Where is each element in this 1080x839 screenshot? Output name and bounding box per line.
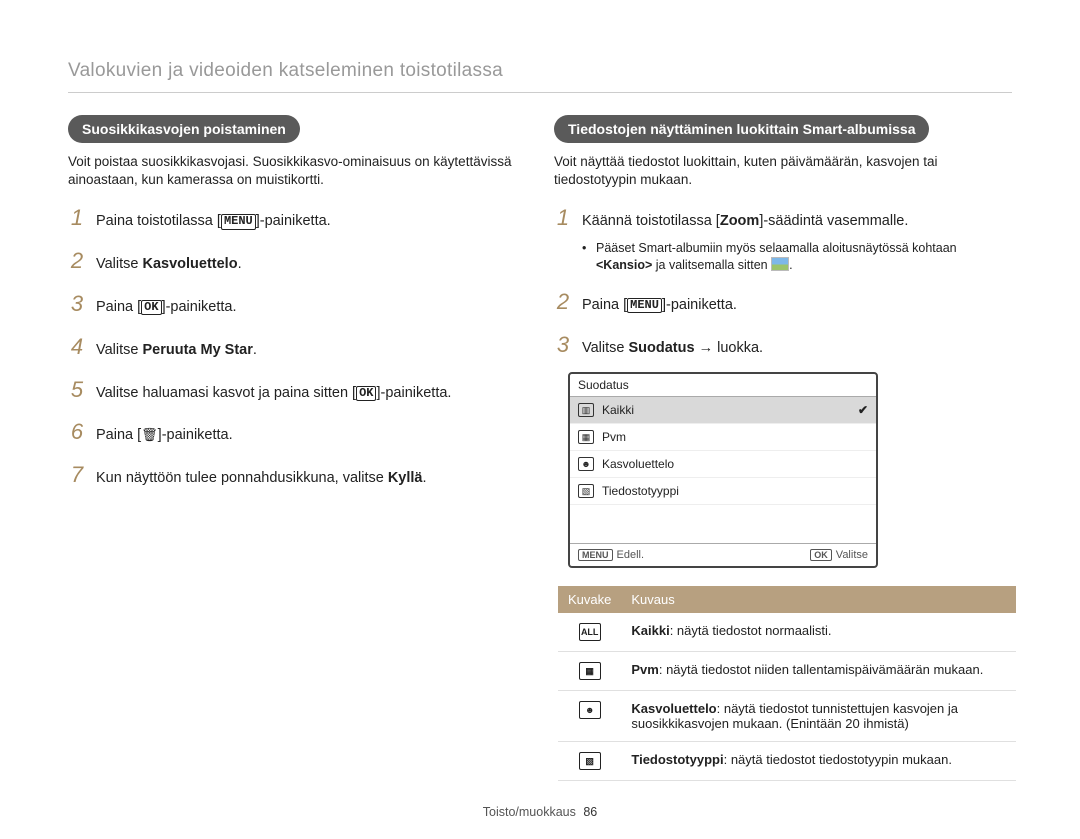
step-number: 1 xyxy=(554,203,572,234)
screen-item-tiedosto: ▧ Tiedostotyyppi xyxy=(570,478,876,505)
step-number: 4 xyxy=(68,332,86,363)
left-steps: 1 Paina toistotilassa [MENU]-painiketta.… xyxy=(68,203,526,491)
right-intro: Voit näyttää tiedostot luokittain, kuten… xyxy=(554,153,1012,189)
step-body: Valitse Suodatus → luokka. xyxy=(582,338,1012,358)
menu-icon: MENU xyxy=(578,549,613,561)
step-number: 7 xyxy=(68,460,86,491)
table-desc: Kaikki: näytä tiedostot normaalisti. xyxy=(621,613,1016,652)
page: Valokuvien ja videoiden katseleminen toi… xyxy=(0,0,1080,839)
screen-item-pvm: ▦ Pvm xyxy=(570,424,876,451)
left-intro: Voit poistaa suosikkikasvojasi. Suosikki… xyxy=(68,153,526,189)
left-step-7: 7 Kun näyttöön tulee ponnahdusikkuna, va… xyxy=(68,460,526,491)
left-step-6: 6 Paina []-painiketta. xyxy=(68,417,526,448)
screen-item-kasvo: ☻ Kasvoluettelo xyxy=(570,451,876,478)
step-number: 2 xyxy=(68,246,86,277)
step-number: 6 xyxy=(68,417,86,448)
camera-screen: Suodatus ▥ Kaikki ✔ ▦ Pvm ☻ Kasvoluettel… xyxy=(568,372,1012,568)
sub-bullet-item: Pääset Smart-albumiin myös selaamalla al… xyxy=(582,240,1012,275)
step-body: Paina toistotilassa [MENU]-painiketta. xyxy=(96,211,526,231)
step-body: Valitse Peruuta My Star. xyxy=(96,340,526,360)
screen-footer: MENUEdell. OKValitse xyxy=(570,543,876,566)
table-desc: Pvm: näytä tiedostot niiden tallentamisp… xyxy=(621,652,1016,691)
ok-icon: OK xyxy=(356,386,376,401)
right-section-heading: Tiedostojen näyttäminen luokittain Smart… xyxy=(554,115,929,143)
right-column: Tiedostojen näyttäminen luokittain Smart… xyxy=(554,115,1012,781)
left-step-2: 2 Valitse Kasvoluettelo. xyxy=(68,246,526,277)
ok-icon: OK xyxy=(141,300,161,315)
left-step-1: 1 Paina toistotilassa [MENU]-painiketta. xyxy=(68,203,526,234)
col-header-desc: Kuvaus xyxy=(621,586,1016,613)
left-step-3: 3 Paina [OK]-painiketta. xyxy=(68,289,526,320)
left-section-heading: Suosikkikasvojen poistaminen xyxy=(68,115,300,143)
face-icon: ☻ xyxy=(578,457,594,471)
two-column-layout: Suosikkikasvojen poistaminen Voit poista… xyxy=(68,115,1012,781)
right-step-1: 1 Käännä toistotilassa [Zoom]-säädintä v… xyxy=(554,203,1012,274)
col-header-icon: Kuvake xyxy=(558,586,621,613)
right-steps: 1 Käännä toistotilassa [Zoom]-säädintä v… xyxy=(554,203,1012,360)
table-row: ☻ Kasvoluettelo: näytä tiedostot tunnist… xyxy=(558,691,1016,742)
all-icon: ▥ xyxy=(578,403,594,417)
step-body: Paina [MENU]-painiketta. xyxy=(582,295,1012,315)
right-step-3: 3 Valitse Suodatus → luokka. xyxy=(554,330,1012,361)
step-body: Paina [OK]-painiketta. xyxy=(96,297,526,317)
table-desc: Kasvoluettelo: näytä tiedostot tunnistet… xyxy=(621,691,1016,742)
table-row: ▦ Pvm: näytä tiedostot niiden tallentami… xyxy=(558,652,1016,691)
step-body: Valitse haluamasi kasvot ja paina sitten… xyxy=(96,383,526,403)
ok-icon: OK xyxy=(810,549,832,561)
trash-icon xyxy=(141,427,158,443)
step-body: Käännä toistotilassa [Zoom]-säädintä vas… xyxy=(582,211,1012,274)
step-number: 2 xyxy=(554,287,572,318)
step-number: 5 xyxy=(68,375,86,406)
title-divider xyxy=(68,92,1012,93)
step-body: Kun näyttöön tulee ponnahdusikkuna, vali… xyxy=(96,468,526,488)
page-title: Valokuvien ja videoiden katseleminen toi… xyxy=(68,60,1012,82)
screen-item-label: Pvm xyxy=(602,430,626,444)
step-number: 3 xyxy=(554,330,572,361)
check-icon: ✔ xyxy=(858,403,868,417)
step-body: Paina []-painiketta. xyxy=(96,425,526,445)
left-step-5: 5 Valitse haluamasi kasvot ja paina sitt… xyxy=(68,375,526,406)
icon-description-table: Kuvake Kuvaus ALL Kaikki: näytä tiedosto… xyxy=(558,586,1016,781)
footer-section: Toisto/muokkaus xyxy=(483,805,576,819)
left-column: Suosikkikasvojen poistaminen Voit poista… xyxy=(68,115,526,781)
screen-item-label: Tiedostotyyppi xyxy=(602,484,679,498)
page-footer: Toisto/muokkaus 86 xyxy=(68,805,1012,819)
landscape-icon xyxy=(771,257,789,271)
screen-menu-title: Suodatus xyxy=(570,374,876,397)
step-number: 1 xyxy=(68,203,86,234)
screen-item-label: Kasvoluettelo xyxy=(602,457,674,471)
table-row: ▧ Tiedostotyyppi: näytä tiedostot tiedos… xyxy=(558,742,1016,781)
date-icon: ▦ xyxy=(579,662,601,680)
step-body: Valitse Kasvoluettelo. xyxy=(96,254,526,274)
filetype-icon: ▧ xyxy=(579,752,601,770)
menu-icon: MENU xyxy=(627,298,662,313)
face-icon: ☻ xyxy=(579,701,601,719)
filetype-icon: ▧ xyxy=(578,484,594,498)
screen-item-kaikki: ▥ Kaikki ✔ xyxy=(570,397,876,424)
menu-icon: MENU xyxy=(221,214,256,229)
table-desc: Tiedostotyyppi: näytä tiedostot tiedosto… xyxy=(621,742,1016,781)
all-icon: ALL xyxy=(579,623,601,641)
left-step-4: 4 Valitse Peruuta My Star. xyxy=(68,332,526,363)
step-sub-bullet: Pääset Smart-albumiin myös selaamalla al… xyxy=(582,240,1012,275)
date-icon: ▦ xyxy=(578,430,594,444)
step-number: 3 xyxy=(68,289,86,320)
footer-page-number: 86 xyxy=(583,805,597,819)
screen-item-label: Kaikki xyxy=(602,403,634,417)
table-row: ALL Kaikki: näytä tiedostot normaalisti. xyxy=(558,613,1016,652)
right-step-2: 2 Paina [MENU]-painiketta. xyxy=(554,287,1012,318)
